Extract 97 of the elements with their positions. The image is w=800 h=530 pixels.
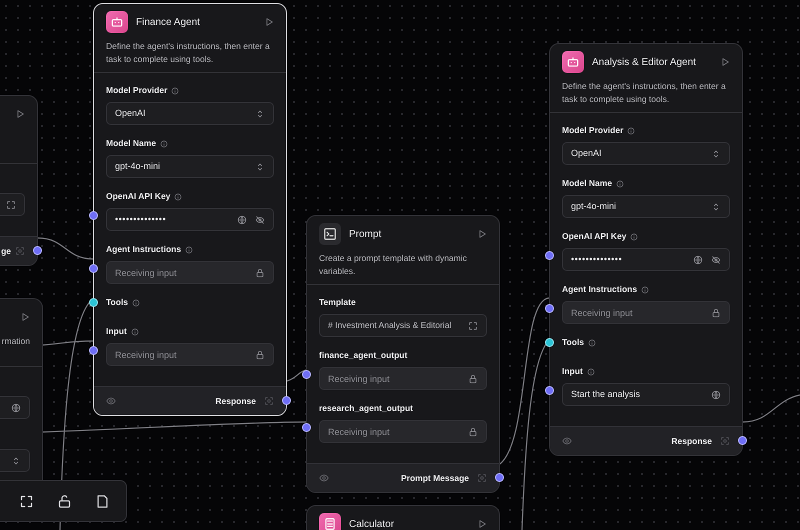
input-field[interactable]: Start the analysis (562, 383, 730, 406)
node-title: Analysis & Editor Agent (592, 56, 696, 70)
field-label: OpenAI API Key (562, 231, 626, 242)
node-card[interactable]: Calculator (306, 505, 500, 530)
connection-handle[interactable] (302, 370, 311, 379)
connection-handle[interactable] (738, 436, 747, 445)
robot-icon (110, 15, 124, 29)
field-label: Model Provider (106, 85, 168, 96)
scan-icon (720, 436, 730, 446)
output-label: Response (215, 394, 256, 408)
scan-icon (477, 473, 487, 483)
connection-handle[interactable] (89, 346, 98, 355)
chevron-up-down-icon (711, 148, 721, 158)
globe-icon (693, 254, 703, 264)
field-label: Model Provider (562, 125, 624, 136)
calculator-icon (323, 517, 337, 530)
input-field[interactable]: Receiving input (106, 261, 274, 284)
output-label: Prompt Message (400, 472, 469, 484)
field-label: Template (319, 297, 356, 308)
connection-handle[interactable] (89, 298, 98, 307)
terminal-icon (323, 227, 337, 241)
play-icon[interactable] (477, 229, 487, 239)
play-icon[interactable] (720, 57, 730, 67)
connection-handle[interactable] (545, 386, 554, 395)
globe-icon (237, 214, 247, 224)
play-icon[interactable] (477, 519, 487, 529)
robot-icon (566, 55, 580, 69)
globe-icon (711, 390, 721, 400)
field-label: OpenAI API Key (106, 191, 170, 202)
eye-off-icon (255, 214, 265, 224)
connection-line (286, 369, 306, 382)
output-label: Response (671, 434, 712, 448)
select-field[interactable]: gpt-4o-mini (106, 155, 274, 178)
password-field[interactable]: •••••••••••••• (106, 208, 274, 231)
play-icon[interactable] (15, 109, 25, 119)
connection-handle[interactable] (545, 338, 554, 347)
field-label: Input (562, 366, 583, 377)
node-description: Define the agent's instructions, then enter a task to complete using tools. (562, 81, 726, 104)
field-label: Tools (562, 337, 584, 348)
password-field[interactable]: •••••••••••••• (562, 248, 730, 271)
field-label: research_agent_output (319, 403, 413, 414)
globe-icon (11, 402, 21, 412)
node-description: rmation (2, 336, 30, 346)
select-field[interactable]: OpenAI (106, 102, 274, 125)
play-icon[interactable] (20, 312, 30, 322)
eye-off-icon (711, 254, 721, 264)
node-title: Prompt (349, 228, 382, 242)
expand-icon (468, 320, 478, 330)
eye-icon (562, 436, 572, 446)
chevron-up-down-icon (255, 162, 265, 172)
eye-icon (106, 396, 116, 406)
scan-icon (15, 246, 25, 256)
play-icon[interactable] (264, 17, 274, 27)
chevron-up-down-icon (711, 202, 721, 212)
template-field[interactable]: # Investment Analysis & Editorial (319, 314, 487, 337)
field-label: Agent Instructions (106, 244, 182, 255)
node-title: Finance Agent (136, 16, 200, 30)
chevron-up-down-icon (255, 108, 265, 118)
field-label: Tools (106, 297, 128, 308)
select-field[interactable]: gpt-4o-mini (562, 195, 730, 218)
connection-handle[interactable] (282, 396, 291, 405)
connection-handle[interactable] (33, 246, 42, 255)
field-label: Model Name (106, 138, 156, 149)
eye-icon (319, 473, 329, 483)
field-label: Input (106, 326, 127, 337)
connection-handle[interactable] (495, 473, 504, 482)
field-label: Model Name (562, 178, 612, 189)
input-field[interactable]: Receiving input (562, 301, 730, 324)
fit-view-icon[interactable] (19, 494, 34, 508)
lock-icon (468, 426, 478, 436)
expand-icon (6, 200, 16, 210)
lock-icon (255, 350, 265, 360)
input-field[interactable]: Receiving input (106, 343, 274, 366)
connection-handle[interactable] (302, 423, 311, 432)
file-icon[interactable] (95, 494, 110, 508)
connection-handle[interactable] (545, 304, 554, 313)
field-label: finance_agent_output (319, 350, 408, 361)
output-label: ge (1, 244, 11, 258)
chevron-up-down-icon (11, 456, 21, 466)
node-description: Define the agent's instructions, then enter a task to complete using tools. (106, 41, 270, 64)
scan-icon (264, 396, 274, 406)
unlock-icon[interactable] (57, 494, 72, 508)
lock-icon (255, 268, 265, 278)
node-card[interactable]: rmation (0, 298, 43, 480)
connection-line (38, 237, 94, 260)
field-label: Agent Instructions (562, 284, 638, 295)
input-field[interactable]: Receiving input (319, 367, 487, 390)
lock-icon (468, 374, 478, 384)
select-field[interactable]: OpenAI (562, 142, 730, 165)
node-title: Calculator (349, 518, 394, 530)
connection-handle[interactable] (545, 251, 554, 260)
input-field[interactable]: Receiving input (319, 420, 487, 443)
node-description: Create a prompt template with dynamic variables. (319, 253, 467, 276)
connection-line (742, 394, 800, 423)
connection-handle[interactable] (89, 264, 98, 273)
lock-icon (711, 308, 721, 318)
connection-handle[interactable] (89, 211, 98, 220)
